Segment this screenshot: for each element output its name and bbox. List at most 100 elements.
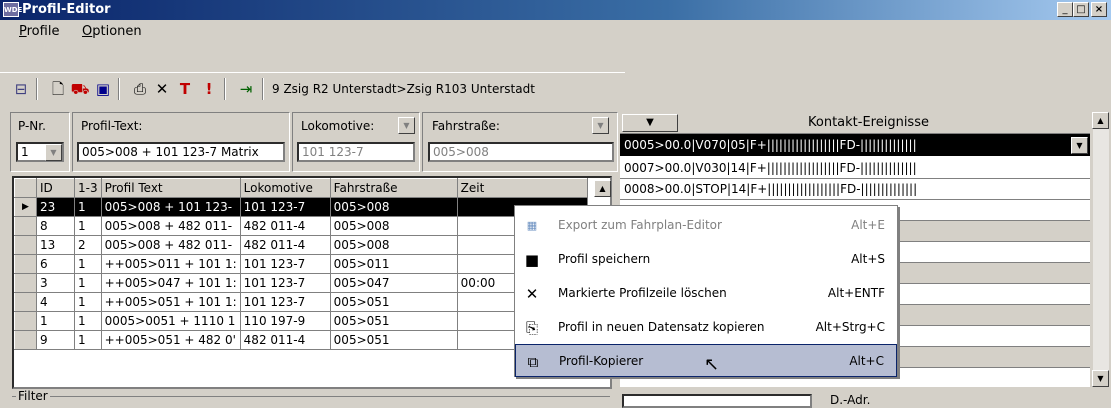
column-header[interactable]: ID: [36, 178, 75, 198]
table-row[interactable]: 6 1 ++005>011 + 101 1: 101 123-7 005>011: [14, 254, 588, 274]
list-item[interactable]: 0007>00.0|V030|14|F+||||||||||||||||||FD…: [620, 158, 1090, 179]
column-header[interactable]: Fahrstraße: [329, 178, 458, 198]
column-header[interactable]: Zeit: [456, 178, 588, 198]
cell-lok: 101 123-7: [239, 292, 331, 312]
menu-profile[interactable]: Profile: [19, 24, 59, 39]
fahr-label: Fahrstraße:: [432, 119, 500, 133]
cell-fahr: 005>008: [329, 197, 458, 217]
profile-table: ID 1-3 Profil Text Lokomotive Fahrstraße…: [14, 178, 588, 350]
copier-icon: ⧉: [527, 353, 539, 371]
scroll-down-button[interactable]: ▼: [1092, 370, 1109, 387]
column-header[interactable]: Profil Text: [100, 178, 241, 198]
cell-id: 8: [36, 216, 75, 236]
row-indicator: [14, 311, 37, 331]
toolbar-separator: [36, 78, 38, 100]
delete-icon: ✕: [525, 285, 539, 303]
refresh-icon[interactable]: ⊟: [11, 78, 31, 100]
cell-lok: 101 123-7: [239, 273, 331, 293]
import-icon[interactable]: ⛟: [70, 78, 90, 100]
row-indicator: [14, 254, 37, 274]
scroll-up-button[interactable]: ▲: [594, 180, 611, 197]
chevron-down-icon[interactable]: ▼: [622, 114, 678, 132]
cell-profiltext: ++005>047 + 101 1:: [100, 273, 241, 293]
table-row[interactable]: 8 1 005>008 + 482 011- 482 011-4 005>008: [14, 216, 588, 236]
row-indicator: [14, 216, 37, 236]
mouse-cursor-icon: ↖: [704, 354, 720, 375]
list-item[interactable]: 0008>00.0|STOP|14|F+||||||||||||||||||FD…: [620, 179, 1090, 200]
chevron-down-icon[interactable]: ▼: [592, 117, 609, 134]
route-label: 9 Zsig R2 Unterstadt>Zsig R103 Unterstad…: [272, 82, 535, 96]
alert-icon[interactable]: !: [199, 78, 219, 100]
menu-item-shortcut: Alt+S: [851, 252, 885, 266]
row-indicator: [14, 292, 37, 312]
delete-icon[interactable]: ✕: [152, 78, 172, 100]
table-row[interactable]: 13 2 005>008 + 482 011- 482 011-4 005>008: [14, 235, 588, 255]
table-row[interactable]: 9 1 ++005>051 + 482 0' 482 011-4 005>051: [14, 330, 588, 350]
lok-field: 101 123-7: [297, 142, 415, 162]
print-icon[interactable]: ⎙: [130, 78, 150, 100]
cell-id: 3: [36, 273, 75, 293]
cell-group: 1: [74, 254, 102, 274]
export-icon: ▦: [526, 219, 538, 232]
chevron-down-icon[interactable]: ▼: [45, 144, 62, 161]
new-document-icon[interactable]: 🗋: [48, 78, 68, 100]
cell-fahr: 005>051: [329, 311, 458, 331]
maximize-button[interactable]: □: [1073, 2, 1089, 17]
events-header: ▼ Kontakt-Ereignisse: [620, 112, 1090, 134]
table-row[interactable]: 3 1 ++005>047 + 101 1: 101 123-7 005>047 00:0…: [14, 273, 588, 293]
minimize-button[interactable]: _: [1057, 2, 1073, 17]
cell-group: 1: [74, 273, 102, 293]
close-button[interactable]: ×: [1091, 2, 1107, 17]
menu-item-save-profile[interactable]: ■ Profil speichern Alt+S: [515, 243, 897, 276]
menu-bar: Profile Optionen: [0, 20, 1111, 42]
context-menu: ▦ Export zum Fahrplan-Editor Alt+E ■ Pro…: [514, 205, 898, 377]
exit-icon[interactable]: ⇥: [236, 78, 256, 100]
menu-item-label: Export zum Fahrplan-Editor: [558, 218, 722, 232]
events-selected-row[interactable]: 0005>00.0|V070|05|F+||||||||||||||||||FD…: [620, 134, 1090, 156]
cell-lok: 101 123-7: [239, 254, 331, 274]
table-row[interactable]: 1 1 0005>0051 + 1110 1 110 197-9 005>051: [14, 311, 588, 331]
cell-group: 1: [74, 292, 102, 312]
toolbar-separator: [224, 78, 226, 100]
cell-group: 1: [74, 311, 102, 331]
cell-group: 1: [74, 197, 102, 217]
table-row[interactable]: ▶ 23 1 005>008 + 101 123- 101 123-7 005>008: [14, 197, 588, 217]
cell-profiltext: 0005>0051 + 1110 1: [100, 311, 241, 331]
menu-item-delete-row[interactable]: ✕ Markierte Profilzeile löschen Alt+ENTF: [515, 277, 897, 310]
cell-profiltext: 005>008 + 482 011-: [100, 216, 241, 236]
text-tool-icon[interactable]: T: [175, 78, 195, 100]
lok-label: Lokomotive:: [301, 119, 375, 133]
cell-group: 1: [74, 330, 102, 350]
toolbar-separator: [262, 78, 264, 100]
cell-profiltext: ++005>011 + 101 1:: [100, 254, 241, 274]
cell-fahr: 005>051: [329, 292, 458, 312]
chevron-down-icon[interactable]: ▼: [1071, 137, 1088, 154]
menu-item-label: Markierte Profilzeile löschen: [558, 286, 727, 300]
chevron-down-icon[interactable]: ▼: [398, 117, 415, 134]
table-row[interactable]: 4 1 ++005>051 + 101 1: 101 123-7 005>051: [14, 292, 588, 312]
menu-item-shortcut: Alt+ENTF: [827, 286, 885, 300]
filter-label: Filter: [16, 389, 50, 403]
menu-options[interactable]: Optionen: [82, 24, 142, 39]
save-icon[interactable]: ▣: [93, 78, 113, 100]
copy-icon: ⎘: [525, 319, 538, 337]
cell-id: 4: [36, 292, 75, 312]
menu-item-export[interactable]: ▦ Export zum Fahrplan-Editor Alt+E: [515, 209, 897, 242]
scroll-up-button[interactable]: ▲: [1092, 112, 1109, 129]
cell-lok: 482 011-4: [239, 216, 331, 236]
events-scrollbar[interactable]: [1092, 112, 1109, 387]
cell-id: 13: [36, 235, 75, 255]
row-indicator: [14, 235, 37, 255]
cell-profiltext: 005>008 + 101 123-: [100, 197, 241, 217]
cell-profiltext: ++005>051 + 482 0': [100, 330, 241, 350]
menu-item-copy-profile[interactable]: ⎘ Profil in neuen Datensatz kopieren Alt…: [515, 311, 897, 344]
column-header[interactable]: 1-3: [74, 178, 102, 198]
profiltext-input[interactable]: 005>008 + 101 123-7 Matrix: [77, 142, 285, 162]
cell-profiltext: 005>008 + 482 011-: [100, 235, 241, 255]
pnr-label: P-Nr.: [18, 119, 46, 133]
app-icon: WDE: [3, 2, 22, 17]
events-header-label: Kontakt-Ereignisse: [808, 115, 929, 130]
column-header[interactable]: Lokomotive: [239, 178, 331, 198]
cell-lok: 110 197-9: [239, 311, 331, 331]
save-icon: ■: [524, 251, 540, 269]
